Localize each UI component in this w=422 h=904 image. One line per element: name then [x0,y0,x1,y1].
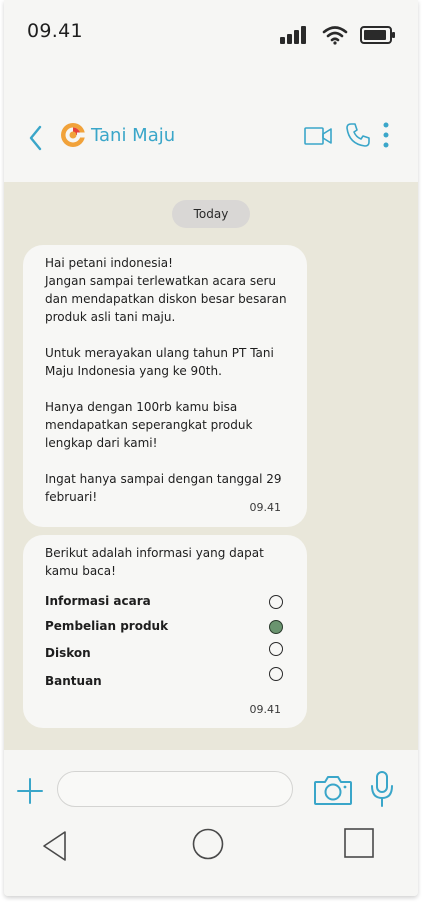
video-call-icon[interactable] [304,125,332,147]
radio-button[interactable] [269,667,283,681]
message-text-line: mendapatkan seperangkat produk [45,418,253,432]
option-label: Diskon [45,646,91,660]
more-vertical-icon[interactable] [382,122,390,148]
message-bubble: Hai petani indonesia! Jangan sampai terl… [23,245,307,527]
chat-title: Tani Maju [91,125,176,146]
nav-home-circle-icon[interactable] [192,828,224,860]
plus-icon[interactable] [17,778,43,804]
brand-logo [61,123,86,147]
chat-area: Today Hai petani indonesia! Jangan sampa… [4,182,418,750]
message-text-line: Ingat hanya sampai dengan tanggal 29 [45,472,282,486]
nav-back-triangle-icon[interactable] [40,829,70,863]
message-text-line: dan mendapatkan diskon besar besaran [45,292,287,306]
input-bar [4,750,418,896]
option-label: Informasi acara [45,594,151,608]
message-text-line: Jangan sampai terlewatkan acara seru [45,274,277,288]
cellular-signal-icon [280,26,306,44]
message-text-line: Maju Indonesia yang ke 90th. [45,364,222,378]
back-arrow-icon[interactable] [26,124,46,152]
phone-screen: 09.41 Tani Maju Today Hai petani indones… [4,0,418,896]
battery-icon [360,26,395,44]
message-text-line: Berikut adalah informasi yang dapat [45,546,264,560]
chat-header: Tani Maju [4,110,418,164]
option-informasi-acara[interactable]: Informasi acara [45,592,285,612]
message-input[interactable] [57,771,293,807]
status-time: 09.41 [27,20,83,42]
message-bubble: Berikut adalah informasi yang dapat kamu… [23,535,307,728]
option-bantuan[interactable]: Bantuan [45,667,285,692]
option-pembelian-produk[interactable]: Pembelian produk [45,617,285,637]
message-text-line [45,452,287,470]
option-diskon[interactable]: Diskon [45,642,285,664]
option-label: Pembelian produk [45,619,169,633]
date-separator: Today [172,200,250,228]
status-icons [280,25,396,45]
message-timestamp: 09.41 [249,703,282,716]
option-label: Bantuan [45,674,102,688]
microphone-icon[interactable] [369,770,395,808]
message-text-line: Hanya dengan 100rb kamu bisa [45,400,238,414]
nav-recent-square-icon[interactable] [344,828,374,858]
radio-button-selected[interactable] [269,620,283,634]
message-text-line: kamu baca! [45,564,116,578]
phone-icon[interactable] [345,122,371,148]
message-text-line: produk asli tani maju. [45,310,176,324]
radio-button[interactable] [269,595,283,609]
wifi-icon [322,26,348,45]
message-timestamp: 09.41 [249,501,282,514]
message-text-line: Untuk merayakan ulang tahun PT Tani [45,346,274,360]
message-text-line: lengkap dari kami! [45,436,158,450]
message-text-line: Hai petani indonesia! [45,256,173,270]
message-text-line [45,380,287,398]
camera-icon[interactable] [313,774,353,806]
radio-button[interactable] [269,642,283,656]
message-text-line [45,326,287,344]
